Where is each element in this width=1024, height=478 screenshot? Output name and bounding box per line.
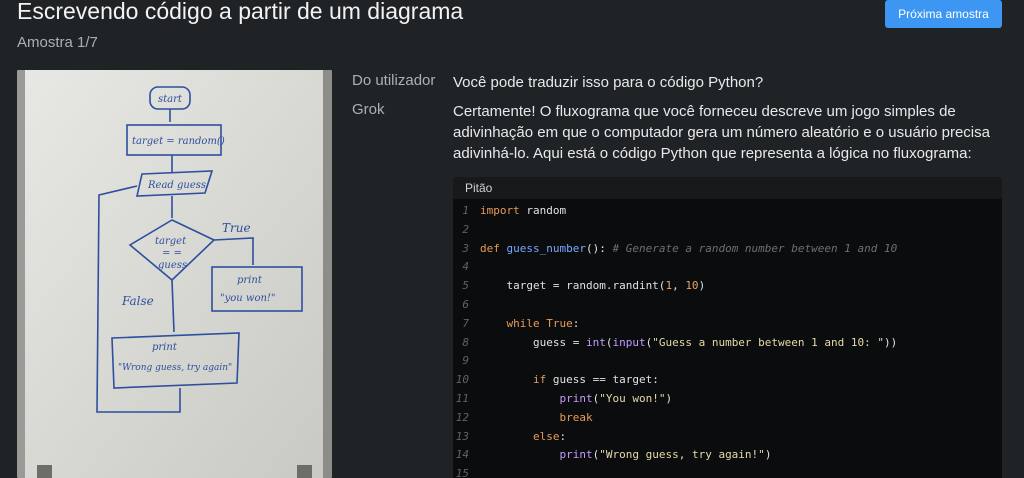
decision-mid-text: = =: [162, 248, 182, 259]
code-line: 1 import random: [453, 202, 1002, 221]
decision-bottom-text: guess: [158, 260, 187, 271]
code-line: 2: [453, 221, 1002, 240]
code-text: import random: [480, 204, 567, 217]
line-number: 6: [462, 297, 469, 311]
line-number: 7: [462, 316, 469, 330]
start-text: start: [158, 94, 183, 105]
read-guess-text: Read guess: [147, 180, 206, 191]
line-number: 14: [455, 448, 469, 462]
line-number: 4: [462, 260, 469, 274]
code-text: while True:: [506, 316, 580, 330]
code-line: 14 print("Wrong guess, try again!"): [453, 446, 1002, 465]
line-number: 3: [462, 241, 469, 255]
code-line: 10 if guess == target:: [453, 371, 1002, 390]
user-message: Você pode traduzir isso para o código Py…: [453, 74, 764, 91]
code-text: break: [559, 410, 593, 424]
line-number: 10: [455, 373, 469, 387]
line-number: 13: [455, 429, 469, 443]
line-number: 11: [455, 391, 469, 405]
code-line: 9: [453, 352, 1002, 371]
print-label-2: print: [152, 342, 178, 353]
code-line: 3 def guess_number(): # Generate a random…: [453, 240, 1002, 259]
grok-label: Grok: [352, 101, 385, 118]
print-label-1: print: [237, 275, 263, 286]
target-assign-text: target = random(): [132, 136, 225, 147]
whiteboard-image: start target = random() Read guess targe…: [17, 70, 332, 478]
decision-top-text: target: [155, 236, 187, 247]
line-number: 1: [462, 204, 469, 217]
code-text: def guess_number(): # Generate a random …: [480, 241, 898, 255]
line-number: 12: [455, 410, 469, 424]
user-label: Do utilizador: [352, 72, 436, 89]
code-text: if guess == target:: [532, 373, 659, 387]
sample-counter: Amostra 1/7: [17, 34, 98, 51]
code-line: 15: [453, 465, 1002, 478]
line-number: 9: [462, 354, 469, 368]
wrong-guess-text: "Wrong guess, try again": [118, 363, 232, 373]
flowchart-drawing: start target = random() Read guess targe…: [17, 70, 332, 478]
code-line: 12 break: [453, 409, 1002, 428]
page-title: Escrevendo código a partir de um diagram…: [17, 0, 464, 24]
code-text: else:: [532, 429, 567, 443]
code-line: 11 print("You won!"): [453, 390, 1002, 409]
line-number: 5: [462, 279, 469, 293]
next-sample-button[interactable]: Próxima amostra: [885, 0, 1002, 28]
true-label: True: [222, 221, 251, 235]
code-text: print("Wrong guess, try again!"): [559, 448, 772, 462]
code-block[interactable]: Pitão 1 import random 2 3 def guess_number()…: [453, 177, 1002, 478]
code-language-label: Pitão: [453, 177, 1002, 199]
code-text: print("You won!"): [559, 391, 673, 405]
code-line: 6: [453, 296, 1002, 315]
code-line: 4: [453, 258, 1002, 277]
code-line: 5 target = random.randint(1, 10): [453, 277, 1002, 296]
code-text: guess = int(input("Guess a number betwee…: [480, 335, 898, 349]
code-lines: 1 import random 2 3 def guess_number(): # Ge…: [453, 199, 1002, 478]
code-line: 8 guess = int(input("Guess a number betw…: [453, 334, 1002, 353]
grok-message: Certamente! O fluxograma que você fornec…: [453, 103, 990, 162]
line-number: 15: [455, 467, 469, 478]
false-label: False: [121, 294, 154, 308]
line-number: 2: [462, 222, 469, 236]
line-number: 8: [462, 335, 469, 349]
code-line: 13 else:: [453, 428, 1002, 447]
you-won-text: "you won!": [220, 293, 276, 304]
code-text: target = random.randint(1, 10): [480, 279, 706, 293]
code-line: 7 while True:: [453, 315, 1002, 334]
